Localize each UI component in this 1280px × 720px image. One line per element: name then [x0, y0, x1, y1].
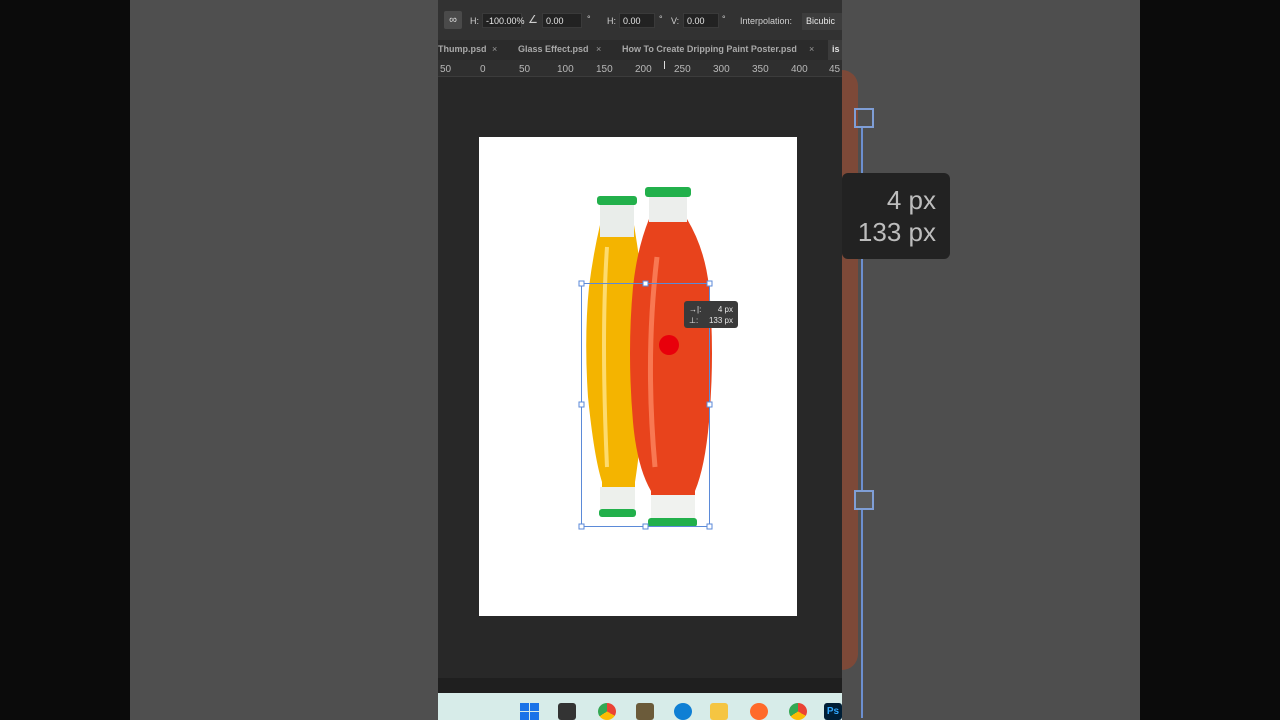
ruler-tick: 400: [791, 64, 808, 75]
v-skew-label: V:: [671, 16, 680, 26]
tab-thump[interactable]: Thump.psd: [438, 40, 487, 60]
firefox-icon[interactable]: [750, 703, 768, 720]
ruler-tick: 150: [596, 64, 613, 75]
ruler-tick: 200: [635, 64, 652, 75]
zoomed-y-value: 133 px: [857, 217, 936, 247]
ruler-cursor-marker: [664, 61, 665, 69]
ruler-tick: 0: [480, 64, 486, 75]
transform-options-bar: ∞ H: -100.00% ∠ 0.00 ° H: 0.00 ° V: 0.00…: [438, 0, 842, 41]
ruler-tick: 100: [557, 64, 574, 75]
blurred-handle-mid: [854, 490, 874, 510]
ruler-tick: 45: [829, 64, 841, 75]
vertical-offset-icon: ⊥:: [689, 316, 699, 325]
horizontal-ruler: 50 0 50 100 150 200 250 300 350 400 45: [438, 60, 842, 77]
blurred-handle: [854, 108, 874, 128]
tab-dripping-paint[interactable]: How To Create Dripping Paint Poster.psd: [622, 40, 797, 60]
zoomed-x-value: 4 px: [886, 185, 936, 215]
h-skew-degree-symbol: °: [659, 14, 663, 24]
chrome-icon[interactable]: [598, 703, 616, 720]
app-icon[interactable]: [636, 703, 654, 720]
interpolation-label: Interpolation:: [740, 16, 793, 26]
chrome-alt-icon[interactable]: [789, 703, 807, 720]
edge-icon[interactable]: [674, 703, 692, 720]
zoomed-transform-hud: 4 px 133 px: [842, 173, 950, 259]
video-letterbox-right: [1140, 0, 1280, 720]
interpolation-select[interactable]: Bicubic: [802, 13, 842, 30]
height-input[interactable]: -100.00%: [482, 13, 525, 28]
status-strip: [438, 678, 842, 693]
red-bottle: [630, 187, 712, 527]
task-view-icon[interactable]: [558, 703, 576, 720]
link-icon[interactable]: ∞: [444, 11, 462, 29]
angle-icon: ∠: [528, 14, 538, 26]
blurred-bottle-edge: [842, 70, 858, 670]
h-skew-input[interactable]: 0.00: [619, 13, 655, 28]
transform-hud: →|: 4 px ⊥: 133 px: [684, 301, 738, 328]
blurred-background-left: [130, 0, 438, 720]
windows-taskbar: Ps: [438, 693, 842, 720]
angle-input[interactable]: 0.00: [542, 13, 582, 28]
close-icon[interactable]: ×: [596, 40, 601, 58]
photoshop-window: ∞ H: -100.00% ∠ 0.00 ° H: 0.00 ° V: 0.00…: [438, 0, 842, 720]
ruler-tick: 50: [519, 64, 531, 75]
tab-active[interactable]: is: [828, 40, 842, 60]
angle-degree-symbol: °: [587, 14, 591, 24]
file-explorer-icon[interactable]: [710, 703, 728, 720]
ruler-tick: 300: [713, 64, 730, 75]
photoshop-icon[interactable]: Ps: [824, 703, 842, 720]
h-skew-label: H:: [607, 16, 616, 26]
document-tabs: Thump.psd × Glass Effect.psd × How To Cr…: [438, 40, 842, 60]
hud-y-value: 133 px: [708, 316, 733, 325]
bottles-artwork: [578, 187, 713, 530]
ruler-tick: 350: [752, 64, 769, 75]
horizontal-offset-icon: →|:: [689, 305, 702, 314]
blurred-background-right: 4 px 133 px: [842, 0, 1140, 720]
ruler-tick: 50: [440, 64, 452, 75]
video-letterbox-left: [0, 0, 130, 720]
ruler-tick: 250: [674, 64, 691, 75]
document-canvas[interactable]: [479, 137, 797, 616]
tab-glass-effect[interactable]: Glass Effect.psd: [518, 40, 589, 60]
windows-start-icon[interactable]: [520, 703, 540, 720]
hud-x-value: 4 px: [717, 305, 733, 314]
close-icon[interactable]: ×: [492, 40, 497, 58]
cursor-highlight: [659, 335, 679, 355]
v-skew-input[interactable]: 0.00: [683, 13, 719, 28]
v-skew-degree-symbol: °: [722, 14, 726, 24]
height-label: H:: [470, 16, 479, 26]
close-icon[interactable]: ×: [809, 40, 814, 58]
